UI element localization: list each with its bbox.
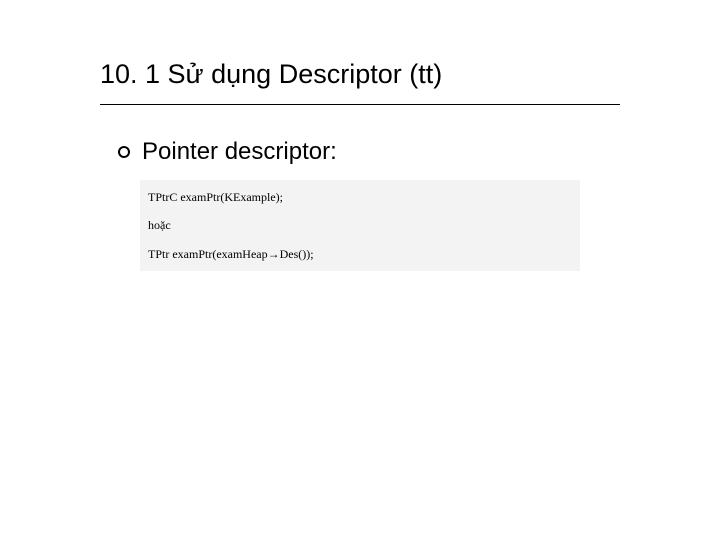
bullet-row: Pointer descriptor: xyxy=(118,138,598,166)
code-line-1: TPtrC examPtr(KExample); xyxy=(148,190,572,204)
code-line-2: hoặc xyxy=(148,218,572,232)
title-underline xyxy=(100,104,620,105)
slide: 10. 1 Sử dụng Descriptor (tt) Pointer de… xyxy=(0,0,720,540)
code-line-3: TPtr examPtr(examHeap→Des()); xyxy=(148,247,572,261)
circle-bullet-icon xyxy=(118,146,130,158)
code-block: TPtrC examPtr(KExample); hoặc TPtr examP… xyxy=(140,180,580,271)
slide-title: 10. 1 Sử dụng Descriptor (tt) xyxy=(100,58,620,90)
body-block: Pointer descriptor: xyxy=(118,138,598,166)
title-block: 10. 1 Sử dụng Descriptor (tt) xyxy=(100,58,620,113)
bullet-text: Pointer descriptor: xyxy=(142,138,337,166)
